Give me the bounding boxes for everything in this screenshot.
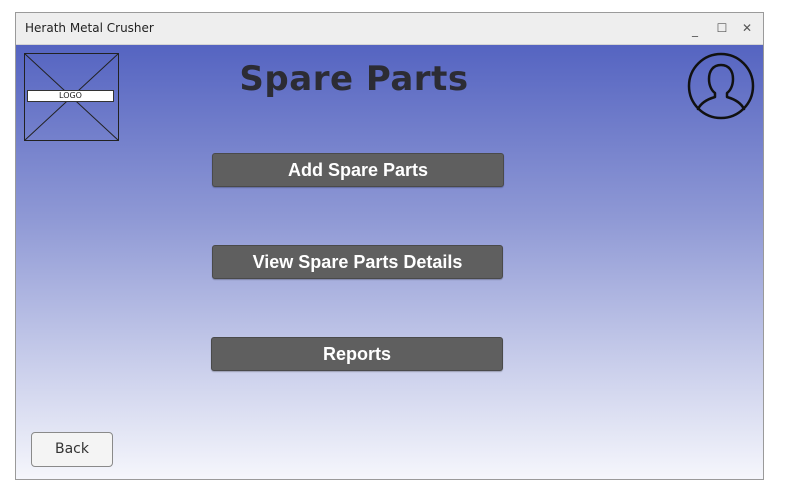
user-profile-icon[interactable] (687, 52, 755, 120)
title-bar[interactable]: Herath Metal Crusher _ ☐ ✕ (16, 13, 763, 45)
view-spare-parts-details-button[interactable]: View Spare Parts Details (212, 245, 503, 279)
maximize-button[interactable]: ☐ (713, 19, 731, 37)
page-title: Spare Parts (239, 59, 469, 99)
reports-button[interactable]: Reports (211, 337, 503, 371)
back-button[interactable]: Back (31, 432, 113, 467)
window-title: Herath Metal Crusher (25, 21, 154, 35)
add-spare-parts-button[interactable]: Add Spare Parts (212, 153, 504, 187)
app-window: Herath Metal Crusher _ ☐ ✕ LOGO Spare Pa… (15, 12, 764, 480)
logo-placeholder: LOGO (24, 53, 119, 141)
minimize-button[interactable]: _ (686, 21, 704, 39)
close-button[interactable]: ✕ (738, 19, 756, 37)
main-content: LOGO Spare Parts Add Spare Parts View Sp… (16, 45, 763, 479)
logo-label: LOGO (27, 90, 114, 102)
